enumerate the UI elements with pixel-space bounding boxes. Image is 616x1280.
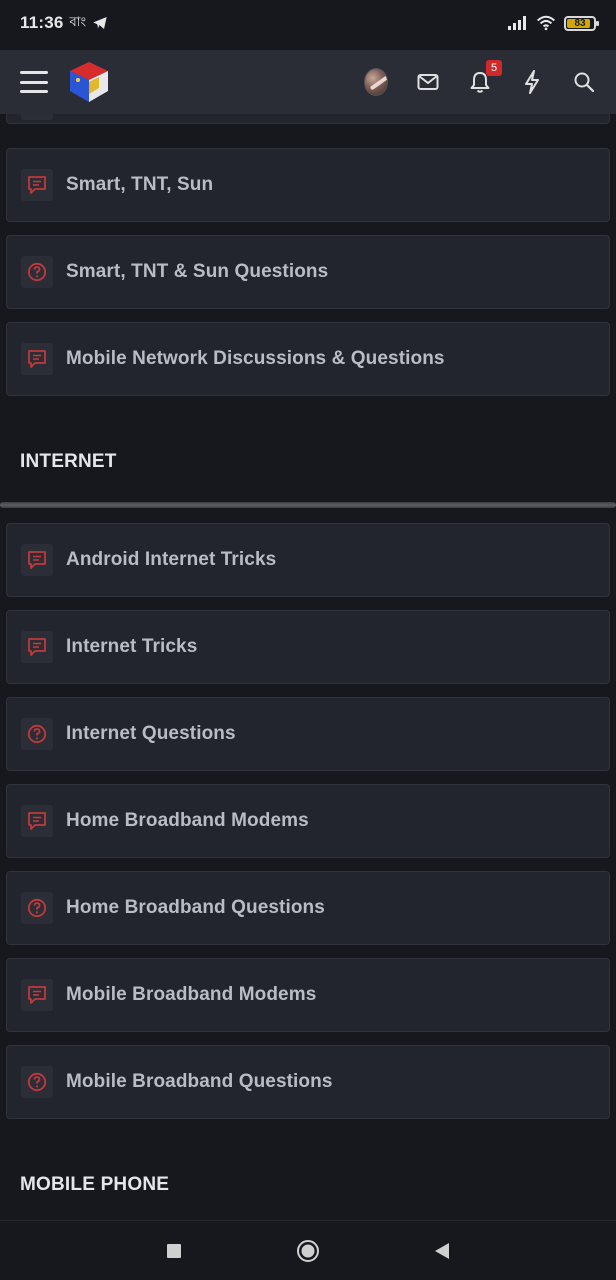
discussion-icon <box>21 979 53 1011</box>
forum-item-smart-tnt-sun[interactable]: Smart, TNT, Sun <box>6 148 610 222</box>
menu-icon[interactable] <box>20 71 48 93</box>
forum-item-label: Mobile Network Discussions & Questions <box>66 348 445 369</box>
forum-item-home-broadband-questions[interactable]: Home Broadband Questions <box>6 871 610 945</box>
battery-level: 83 <box>574 17 586 29</box>
telegram-icon <box>93 17 107 29</box>
forum-item-home-broadband-modems[interactable]: Home Broadband Modems <box>6 784 610 858</box>
forum-item-label: Internet Questions <box>66 723 236 744</box>
forum-item-android-internet-tricks[interactable]: Android Internet Tricks <box>6 523 610 597</box>
battery-icon: 83 <box>564 15 599 31</box>
signal-icon <box>508 16 526 30</box>
bell-icon[interactable]: 5 <box>468 60 502 94</box>
forum-item-internet-tricks[interactable]: Internet Tricks <box>6 610 610 684</box>
app-header: 5 <box>0 50 616 114</box>
status-bar: 11:36 বাং 83 <box>0 0 616 46</box>
question-icon <box>21 256 53 288</box>
notification-badge: 5 <box>486 60 502 76</box>
forum-item-label: Mobile Broadband Questions <box>66 1071 333 1092</box>
discussion-icon <box>21 805 53 837</box>
avatar[interactable] <box>364 68 388 96</box>
discussion-icon <box>21 169 53 201</box>
question-icon <box>21 718 53 750</box>
search-icon[interactable] <box>572 70 596 94</box>
section-title-mobile-phone: MOBILE PHONE <box>20 1174 170 1195</box>
back-button[interactable] <box>429 1238 455 1264</box>
question-icon <box>21 1066 53 1098</box>
wifi-icon <box>536 15 556 31</box>
mail-icon[interactable] <box>416 70 440 94</box>
forum-item-label: Internet Tricks <box>66 636 198 657</box>
discussion-icon <box>21 631 53 663</box>
home-button[interactable] <box>295 1238 321 1264</box>
section-title-internet: INTERNET <box>20 451 117 472</box>
forum-item-mobile-broadband-questions[interactable]: Mobile Broadband Questions <box>6 1045 610 1119</box>
forum-item-label: Smart, TNT & Sun Questions <box>66 261 329 282</box>
forum-list: Smart, TNT, Sun Smart, TNT & Sun Questio… <box>0 114 616 1220</box>
forum-item-internet-questions[interactable]: Internet Questions <box>6 697 610 771</box>
forum-item-mobile-broadband-modems[interactable]: Mobile Broadband Modems <box>6 958 610 1032</box>
forum-item-label: Mobile Broadband Modems <box>66 984 317 1005</box>
site-logo[interactable] <box>68 60 110 104</box>
forum-item-label: Home Broadband Questions <box>66 897 325 918</box>
recents-button[interactable] <box>161 1238 187 1264</box>
system-nav-bar <box>0 1220 616 1280</box>
forum-item-mobile-network-discussions[interactable]: Mobile Network Discussions & Questions <box>6 322 610 396</box>
section-divider <box>0 502 616 508</box>
forum-item-label: Android Internet Tricks <box>66 549 277 570</box>
forum-item-label: Home Broadband Modems <box>66 810 309 831</box>
discussion-icon <box>21 343 53 375</box>
discussion-icon <box>21 544 53 576</box>
list-item[interactable] <box>6 114 610 124</box>
lightning-icon[interactable] <box>520 70 544 94</box>
forum-item-label: Smart, TNT, Sun <box>66 174 214 195</box>
question-icon <box>21 892 53 924</box>
bn-icon: বাং <box>69 13 87 29</box>
forum-item-smart-tnt-sun-questions[interactable]: Smart, TNT & Sun Questions <box>6 235 610 309</box>
status-time: 11:36 <box>20 13 64 32</box>
